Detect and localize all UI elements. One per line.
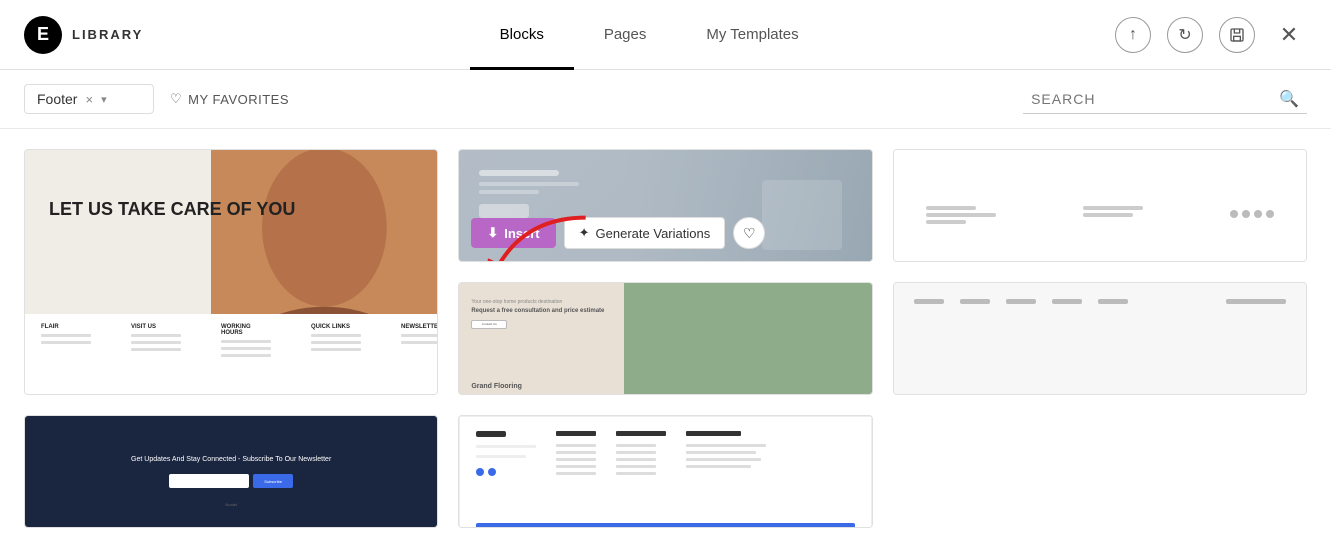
insert-button[interactable]: ⬇ Insert	[471, 218, 555, 248]
filter-clear-button[interactable]: ×	[85, 92, 93, 107]
template-card-5[interactable]: Get Updates And Stay Connected - Subscri…	[24, 415, 438, 528]
template-card-7[interactable]	[458, 415, 872, 528]
logo-area: E LIBRARY	[24, 16, 143, 54]
close-button[interactable]: ✕	[1271, 17, 1307, 53]
card-2-preview	[894, 150, 1306, 262]
my-favorites-button[interactable]: ♡ MY FAVORITES	[170, 91, 289, 107]
template-card-3[interactable]	[893, 282, 1307, 395]
category-filter-dropdown[interactable]: Footer × ▾	[24, 84, 154, 114]
card-3-preview	[894, 283, 1306, 395]
template-card-2[interactable]	[893, 149, 1307, 262]
card-7-cols	[476, 431, 854, 515]
card-4-brand: Grand Flooring	[471, 383, 551, 395]
tab-my-templates[interactable]: My Templates	[676, 0, 828, 70]
insert-icon: ⬇	[487, 225, 498, 241]
favorite-button-card1[interactable]: ♡	[733, 217, 765, 249]
card-6-preview: LET US TAKE CARE OF YOU FLAIR VISIT US W…	[25, 150, 437, 394]
card-7-preview	[459, 416, 871, 528]
tab-pages[interactable]: Pages	[574, 0, 677, 70]
heart-icon: ♡	[170, 91, 182, 107]
filter-chevron-icon: ▾	[101, 93, 107, 106]
filter-label: Footer	[37, 91, 77, 107]
search-area: 🔍	[1023, 85, 1307, 114]
card-4-preview: Your one-stop home products destination …	[459, 283, 871, 395]
card-7-blue-bar	[476, 523, 854, 528]
template-card-1[interactable]: ⬇ Insert ✦ Generate Variations ♡	[458, 149, 872, 262]
upload-button[interactable]: ↑	[1115, 17, 1151, 53]
nav-tabs: Blocks Pages My Templates	[183, 0, 1115, 70]
card-4-content: Your one-stop home products destination …	[471, 299, 677, 329]
card-1-actions: ⬇ Insert ✦ Generate Variations ♡	[471, 217, 765, 249]
card-5-preview: Get Updates And Stay Connected - Subscri…	[25, 416, 437, 528]
sync-button[interactable]: ↻	[1167, 17, 1203, 53]
library-title: LIBRARY	[72, 27, 143, 42]
heart-icon: ♡	[743, 225, 756, 242]
card-5-title: Get Updates And Stay Connected - Subscri…	[131, 455, 331, 465]
template-card-6[interactable]: LET US TAKE CARE OF YOU FLAIR VISIT US W…	[24, 149, 438, 395]
template-card-4[interactable]: Your one-stop home products destination …	[458, 282, 872, 395]
generate-variations-button[interactable]: ✦ Generate Variations	[564, 217, 726, 249]
card-6-nav: FLAIR VISIT US WORKING HOURS	[25, 314, 437, 394]
template-grid: ⬇ Insert ✦ Generate Variations ♡	[0, 129, 1331, 548]
toolbar: Footer × ▾ ♡ MY FAVORITES 🔍	[0, 70, 1331, 129]
search-input[interactable]	[1031, 91, 1271, 107]
header: E LIBRARY Blocks Pages My Templates ↑ ↻ …	[0, 0, 1331, 70]
sparkle-icon: ✦	[579, 225, 590, 241]
search-icon: 🔍	[1279, 89, 1299, 109]
card-6-headline: LET US TAKE CARE OF YOU	[49, 200, 295, 220]
header-actions: ↑ ↻ ✕	[1115, 17, 1307, 53]
save-button[interactable]	[1219, 17, 1255, 53]
card-5-cta: Subscribe	[169, 474, 293, 488]
elementor-logo-icon: E	[24, 16, 62, 54]
tab-blocks[interactable]: Blocks	[470, 0, 574, 70]
